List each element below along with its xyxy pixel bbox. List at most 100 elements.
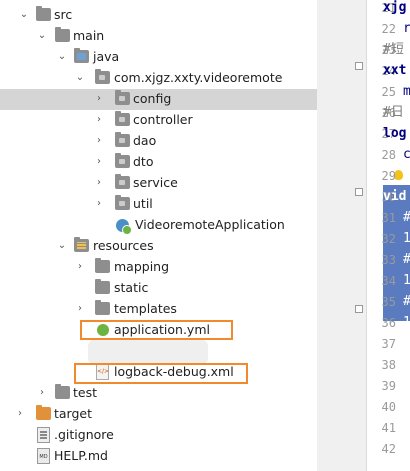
chevron-down-icon[interactable]: ⌄ [56,50,68,64]
tree-item-controller[interactable]: › controller [0,110,317,131]
xml-file-icon: </> [96,364,109,380]
chevron-right-icon[interactable]: › [93,113,105,127]
chevron-down-icon[interactable]: ⌄ [74,71,86,85]
chevron-right-icon[interactable]: › [93,134,105,148]
chevron-right-icon[interactable]: › [36,386,48,400]
code-line[interactable]: xjg [383,0,410,16]
tree-item-config[interactable]: › config [0,89,317,110]
tree-item-mapping[interactable]: › mapping [0,257,317,278]
code-line[interactable]: # [403,252,410,268]
line-number: 29 [381,169,396,183]
code-line[interactable]: 1 [403,273,410,289]
code-line[interactable]: #短 [383,42,410,58]
source-folder-icon [74,48,89,63]
chevron-down-icon[interactable]: ⌄ [56,239,68,253]
line-number: 42 [381,442,396,456]
folder-icon [95,300,110,315]
tree-item-label: logback-debug.xml [114,364,234,379]
tree-item-label: util [133,196,153,211]
tree-item-application-yml[interactable]: application.yml [0,320,317,341]
tree-item-label: mapping [114,259,170,274]
project-tree[interactable]: ⌄ src ⌄ main ⌄ java ⌄ com.xjgz.xxty.vide… [0,0,317,471]
tree-item-label: service [133,175,178,190]
folder-icon [95,258,110,273]
code-line[interactable]: r [403,21,410,37]
package-icon [115,174,130,189]
fold-marker-icon[interactable] [355,305,363,313]
tree-item-package-videoremote[interactable]: ⌄ com.xjgz.xxty.videoremote [0,68,317,89]
package-icon [115,195,130,210]
code-line[interactable]: log [383,126,410,142]
chevron-right-icon[interactable]: › [93,197,105,211]
folder-icon [55,27,70,42]
tree-item-label: main [73,28,105,43]
chevron-right-icon[interactable]: › [93,92,105,106]
tree-item-label: HELP.md [54,448,108,463]
chevron-down-icon[interactable]: ⌄ [18,8,30,22]
tree-item-service[interactable]: › service [0,173,317,194]
excluded-folder-icon [36,405,51,420]
tree-item-label: VideoremoteApplication [135,217,285,232]
chevron-down-icon[interactable]: ⌄ [36,29,48,43]
chevron-right-icon[interactable]: › [74,260,86,274]
markdown-file-icon: MD [37,448,50,464]
tree-item-logback-debug-xml[interactable]: </> logback-debug.xml [0,362,317,383]
tree-item-java[interactable]: ⌄ java [0,47,317,68]
code-line[interactable]: c [403,147,410,163]
tree-item-label: resources [93,238,154,253]
folder-icon [55,384,70,399]
tree-item-static[interactable]: static [0,278,317,299]
tree-item-test[interactable]: › test [0,383,317,404]
code-line[interactable]: m [403,84,410,100]
tree-item-label: config [133,91,172,106]
code-line[interactable]: vid [383,189,410,205]
line-number: 22 [381,22,396,36]
chevron-right-icon[interactable]: › [74,302,86,316]
package-icon [115,132,130,147]
chevron-right-icon[interactable]: › [93,155,105,169]
fold-marker-icon[interactable] [355,188,363,196]
tree-item-label: test [73,385,98,400]
resources-folder-icon [74,237,89,252]
tree-item-label: src [54,7,73,22]
folder-icon [95,279,110,294]
package-icon [115,153,130,168]
code-line[interactable]: xxt [383,63,410,79]
code-line[interactable]: 1 [403,315,410,331]
blurred-region [88,340,208,364]
tree-item-templates[interactable]: › templates [0,299,317,320]
chevron-right-icon[interactable]: › [14,407,26,421]
code-line[interactable]: 1 [403,231,410,247]
tree-item-src[interactable]: ⌄ src [0,5,317,26]
tree-item-label: dao [133,133,157,148]
tree-item-util[interactable]: › util [0,194,317,215]
tree-item-label: java [93,49,120,64]
code-line[interactable]: # [403,294,410,310]
spring-boot-class-icon [116,219,132,235]
package-icon [95,69,110,84]
line-number: 39 [381,379,396,393]
tree-item-help-md[interactable]: MD HELP.md [0,446,317,467]
fold-marker-icon[interactable] [355,62,363,70]
tree-item-target[interactable]: › target [0,404,317,425]
line-number: 31 [381,211,396,225]
line-number: 38 [381,358,396,372]
line-number: 32 [381,232,396,246]
tree-item-resources[interactable]: ⌄ resources [0,236,317,257]
tree-item-dao[interactable]: › dao [0,131,317,152]
chevron-right-icon[interactable]: › [93,176,105,190]
code-editor[interactable]: 21 22 23 24 25 26 27 28 29 30 31 32 33 3… [317,0,410,471]
tree-item-videoremote-application[interactable]: VideoremoteApplication [0,215,317,236]
line-number: 37 [381,337,396,351]
tree-item-gitignore[interactable]: .gitignore [0,425,317,446]
yml-file-icon [97,324,109,336]
tree-item-label: static [114,280,149,295]
line-number: 40 [381,400,396,414]
tree-item-label: .gitignore [54,427,114,442]
line-number-gutter [317,0,367,471]
tree-item-dto[interactable]: › dto [0,152,317,173]
code-line[interactable]: # [403,210,410,226]
line-number: 25 [381,85,396,99]
tree-item-main[interactable]: ⌄ main [0,26,317,47]
code-line[interactable]: #日 [383,105,410,121]
